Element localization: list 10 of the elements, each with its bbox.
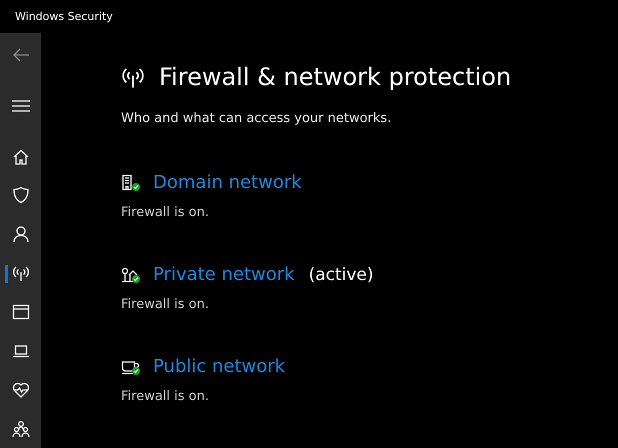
network-link[interactable]: Private network — [153, 264, 295, 285]
firewall-status: Firewall is on. — [121, 389, 210, 404]
network-link[interactable]: Public network — [153, 356, 286, 377]
firewall-status: Firewall is on. — [121, 297, 210, 312]
firewall-status: Firewall is on. — [121, 205, 210, 220]
active-note: (active) — [308, 264, 374, 284]
page-title: Firewall & network protection — [159, 63, 512, 91]
window-title: Windows Security — [15, 10, 113, 23]
page-subtitle: Who and what can access your networks. — [121, 111, 392, 126]
network-link[interactable]: Domain network — [153, 172, 302, 193]
